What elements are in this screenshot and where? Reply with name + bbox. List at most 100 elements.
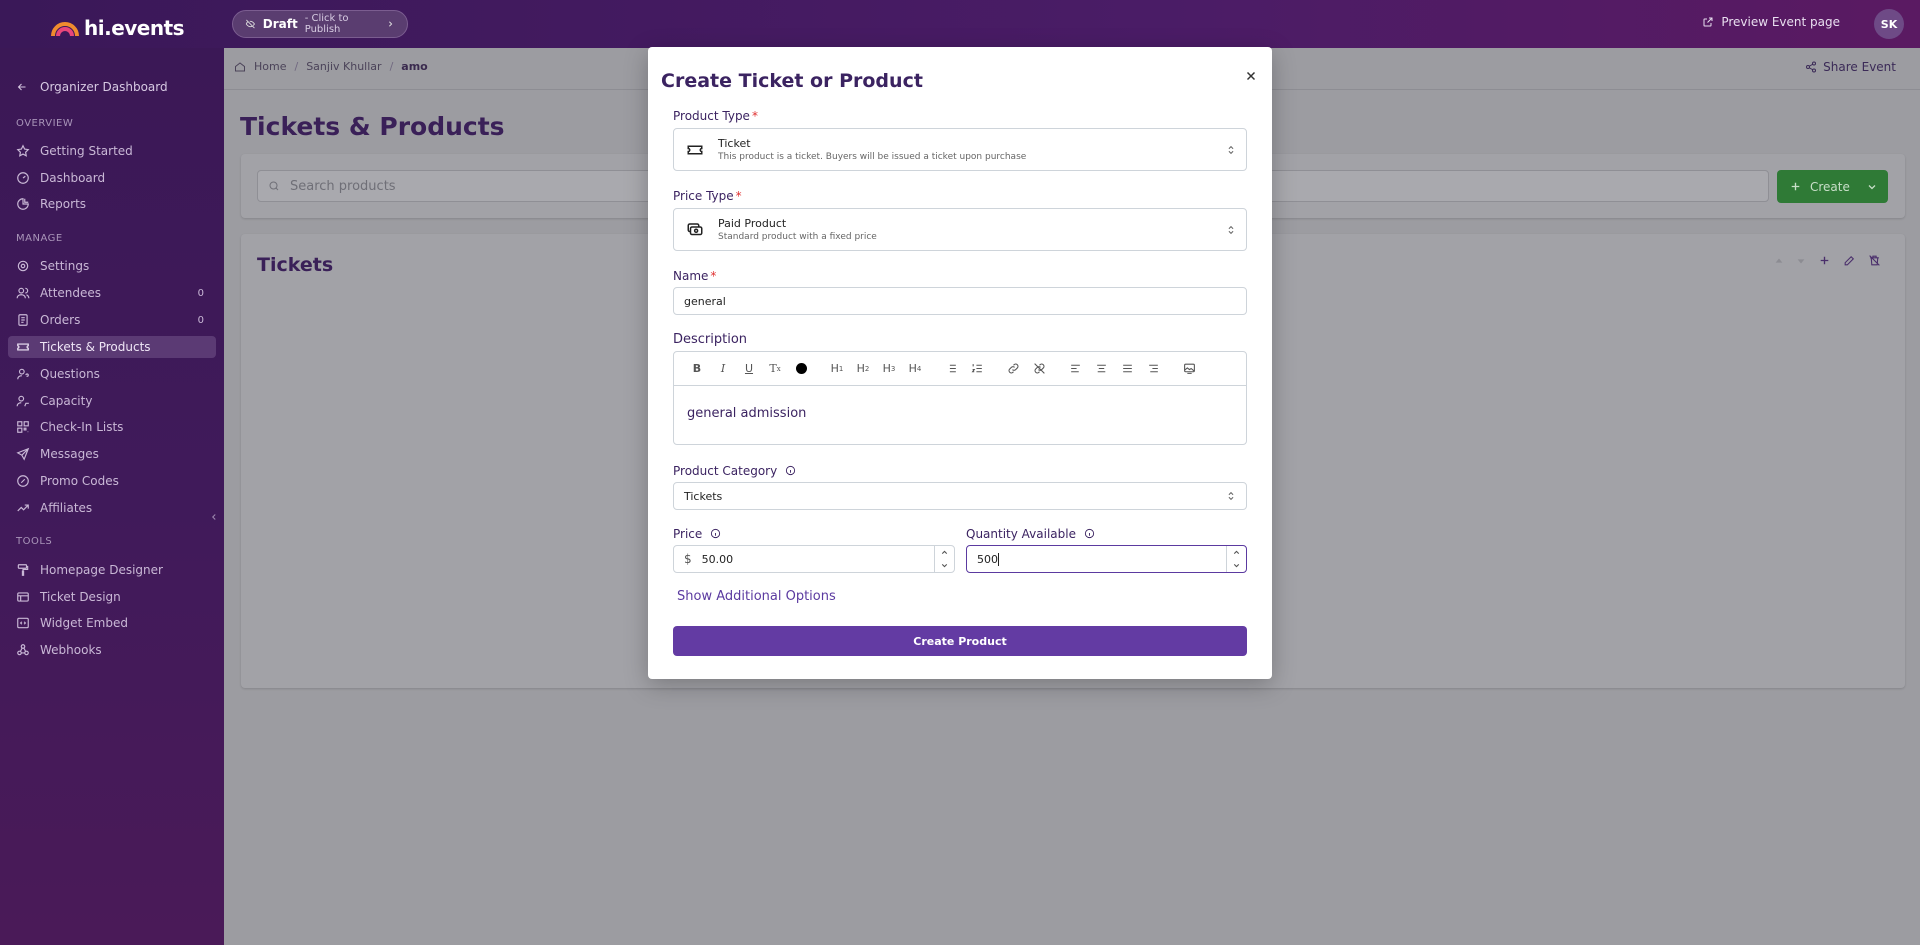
- organizer-dashboard-link[interactable]: Organizer Dashboard: [16, 80, 168, 94]
- sidebar-item-promo-codes[interactable]: Promo Codes: [8, 470, 216, 492]
- arrow-left-icon: [17, 83, 26, 91]
- sidebar-item-messages[interactable]: Messages: [8, 443, 216, 465]
- price-type-select[interactable]: Paid Product Standard product with a fix…: [673, 208, 1247, 251]
- sidebar-item-attendees[interactable]: Attendees 0: [8, 282, 216, 304]
- add-icon[interactable]: [1818, 254, 1831, 267]
- breadcrumb-separator: /: [294, 60, 299, 73]
- breadcrumb-home[interactable]: Home: [254, 60, 286, 73]
- move-down-icon[interactable]: [1796, 256, 1806, 266]
- organizer-dashboard-label: Organizer Dashboard: [40, 80, 168, 94]
- sidebar-item-affiliates[interactable]: Affiliates: [8, 497, 216, 519]
- bullet-list-icon: [946, 364, 956, 373]
- product-type-value: Ticket: [718, 137, 751, 150]
- bullet-list-button[interactable]: [938, 362, 964, 375]
- unlink-button[interactable]: [1026, 362, 1052, 375]
- move-up-icon[interactable]: [1774, 256, 1784, 266]
- decrement-icon[interactable]: [940, 561, 949, 570]
- show-additional-options-link[interactable]: Show Additional Options: [677, 589, 836, 604]
- sidebar-item-capacity[interactable]: Capacity: [8, 390, 216, 412]
- increment-icon[interactable]: [940, 548, 949, 557]
- send-icon: [16, 447, 30, 461]
- sidebar-item-checkin-lists[interactable]: Check-In Lists: [8, 416, 216, 438]
- chevron-right-icon: [389, 21, 393, 27]
- create-product-button[interactable]: Create Product: [673, 626, 1247, 656]
- quantity-label: Quantity Available: [966, 527, 1095, 541]
- sidebar-item-webhooks[interactable]: Webhooks: [8, 639, 216, 661]
- sidebar-item-dashboard[interactable]: Dashboard: [8, 167, 216, 189]
- align-justify-button[interactable]: [1114, 362, 1140, 375]
- sidebar-item-label: Affiliates: [40, 501, 93, 515]
- info-icon[interactable]: [710, 528, 721, 539]
- heading1-button[interactable]: H1: [824, 362, 850, 375]
- product-type-select[interactable]: Ticket This product is a ticket. Buyers …: [673, 128, 1247, 171]
- modal-title: Create Ticket or Product: [661, 70, 923, 92]
- quantity-field[interactable]: 500: [966, 545, 1247, 573]
- decrement-icon[interactable]: [1232, 561, 1241, 570]
- close-icon: [1246, 71, 1256, 81]
- sidebar-item-settings[interactable]: Settings: [8, 255, 216, 277]
- align-center-button[interactable]: [1088, 362, 1114, 375]
- delete-icon[interactable]: [1868, 254, 1881, 267]
- info-icon[interactable]: [785, 465, 796, 476]
- edit-icon[interactable]: [1843, 254, 1856, 267]
- logo-text: hi.events: [84, 16, 185, 40]
- sidebar-item-homepage-designer[interactable]: Homepage Designer: [8, 559, 216, 581]
- page-title: Tickets & Products: [240, 112, 505, 141]
- description-editor[interactable]: B I U Tx H1 H2 H3 H4 general admission: [673, 351, 1247, 445]
- italic-button[interactable]: I: [710, 362, 736, 375]
- attendees-count: 0: [197, 287, 204, 299]
- ticket-icon: [687, 145, 703, 154]
- breadcrumb: Home / Sanjiv Khullar / amo: [234, 60, 428, 73]
- paint-icon: [17, 564, 29, 576]
- rainbow-logo-icon: [51, 22, 79, 37]
- close-button[interactable]: [1244, 69, 1258, 83]
- bold-button[interactable]: B: [684, 362, 710, 375]
- logo[interactable]: hi.events: [50, 16, 185, 40]
- publish-status-pill[interactable]: Draft - Click to Publish: [232, 10, 408, 38]
- heading2-button[interactable]: H2: [850, 362, 876, 375]
- align-left-button[interactable]: [1062, 362, 1088, 375]
- avatar[interactable]: SK: [1874, 9, 1904, 39]
- create-button[interactable]: Create: [1777, 170, 1888, 203]
- top-bar: hi.events Draft - Click to Publish Previ…: [0, 0, 1920, 48]
- breadcrumb-organizer[interactable]: Sanjiv Khullar: [306, 60, 381, 73]
- ordered-list-button[interactable]: [964, 362, 990, 375]
- info-icon[interactable]: [1084, 528, 1095, 539]
- price-stepper: [934, 546, 954, 572]
- share-label: Share Event: [1823, 60, 1896, 74]
- product-category-select[interactable]: Tickets: [673, 482, 1247, 510]
- name-field[interactable]: general: [673, 287, 1247, 315]
- sidebar-item-reports[interactable]: Reports: [8, 193, 216, 215]
- breadcrumb-event[interactable]: amo: [401, 60, 427, 73]
- sidebar-item-orders[interactable]: Orders 0: [8, 309, 216, 331]
- chevron-left-icon: [212, 514, 216, 520]
- ticket-design-icon: [17, 592, 29, 602]
- sidebar-item-widget-embed[interactable]: Widget Embed: [8, 612, 216, 634]
- insert-image-button[interactable]: [1176, 362, 1202, 375]
- sidebar-item-ticket-design[interactable]: Ticket Design: [8, 586, 216, 608]
- link-button[interactable]: [1000, 362, 1026, 375]
- sidebar-item-label: Attendees: [40, 286, 102, 300]
- chevron-up-down-icon: [1228, 145, 1234, 154]
- sidebar-item-questions[interactable]: Questions: [8, 363, 216, 385]
- sidebar-item-label: Webhooks: [40, 643, 102, 657]
- underline-button[interactable]: U: [736, 362, 762, 375]
- price-field[interactable]: $ 50.00: [673, 545, 955, 573]
- price-type-label: Price Type *: [673, 189, 742, 203]
- share-event-button[interactable]: Share Event: [1805, 60, 1896, 74]
- align-right-button[interactable]: [1140, 362, 1166, 375]
- home-icon: [235, 61, 245, 71]
- collapse-sidebar-handle[interactable]: [209, 511, 219, 523]
- reports-icon: [17, 198, 29, 210]
- increment-icon[interactable]: [1232, 548, 1241, 557]
- sidebar-item-tickets-products[interactable]: Tickets & Products: [8, 336, 216, 358]
- product-category-label: Product Category: [673, 464, 796, 478]
- color-button[interactable]: [788, 363, 814, 374]
- preview-event-link[interactable]: Preview Event page: [1702, 15, 1840, 29]
- heading4-button[interactable]: H4: [902, 362, 928, 375]
- sidebar-item-label: Ticket Design: [40, 590, 121, 604]
- clear-format-button[interactable]: Tx: [762, 362, 788, 375]
- product-type-description: This product is a ticket. Buyers will be…: [718, 152, 1027, 162]
- sidebar-item-getting-started[interactable]: Getting Started: [8, 140, 216, 162]
- heading3-button[interactable]: H3: [876, 362, 902, 375]
